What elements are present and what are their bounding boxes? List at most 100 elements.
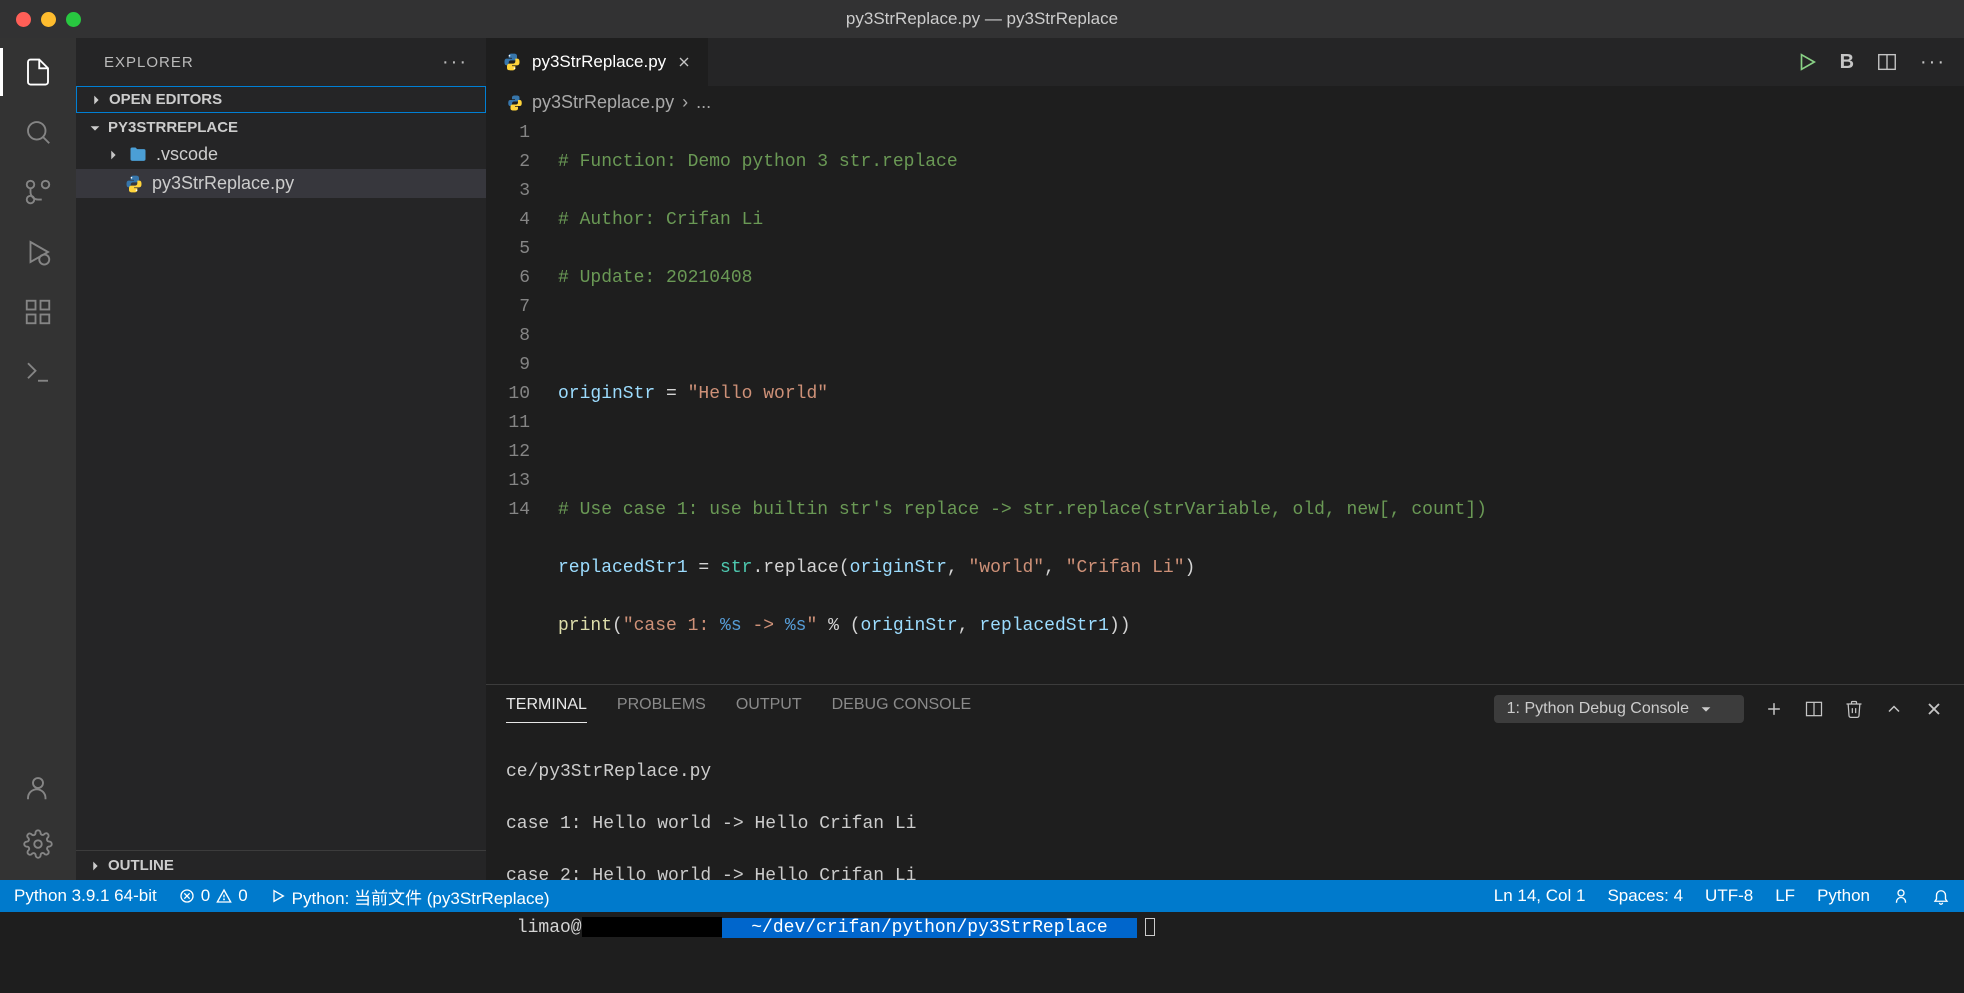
status-debug-config[interactable]: Python: 当前文件 (py3StrReplace) (270, 884, 550, 909)
code-token: replacedStr1 (979, 616, 1109, 636)
outline-section[interactable]: OUTLINE (76, 850, 486, 880)
code-token: .replace( (752, 558, 849, 578)
status-lang[interactable]: Python (1817, 886, 1870, 906)
extensions-icon[interactable] (22, 296, 54, 328)
code-token: % ( (817, 616, 860, 636)
chevron-down-icon (1699, 702, 1713, 716)
folder-label: .vscode (156, 144, 218, 165)
code-token: "world" (968, 558, 1044, 578)
minimize-window-button[interactable] (41, 12, 56, 27)
line-number: 4 (486, 206, 530, 235)
close-window-button[interactable] (16, 12, 31, 27)
close-panel-icon[interactable] (1924, 699, 1944, 719)
gear-icon[interactable] (22, 828, 54, 860)
tab-output[interactable]: OUTPUT (736, 696, 802, 722)
search-icon[interactable] (22, 116, 54, 148)
debug-icon (270, 888, 286, 904)
folder-icon (128, 145, 148, 165)
terminal-line: ce/py3StrReplace.py (506, 759, 1944, 785)
code-token: print (558, 616, 612, 636)
trash-icon[interactable] (1844, 699, 1864, 719)
activity-bar (0, 38, 76, 880)
status-spaces[interactable]: Spaces: 4 (1607, 886, 1683, 906)
file-py3strreplace[interactable]: py3StrReplace.py (76, 169, 486, 198)
close-icon[interactable] (676, 54, 692, 70)
line-number: 7 (486, 293, 530, 322)
remote-icon[interactable] (22, 356, 54, 388)
explorer-icon[interactable] (22, 56, 54, 88)
tabs-row: py3StrReplace.py B ··· (486, 38, 1964, 86)
main-area: EXPLORER ··· OPEN EDITORS PY3STRREPLACE … (0, 38, 1964, 880)
panel-tabs: TERMINAL PROBLEMS OUTPUT DEBUG CONSOLE 1… (486, 685, 1964, 723)
code-token: " (806, 616, 817, 636)
new-terminal-icon[interactable] (1764, 699, 1784, 719)
bell-icon[interactable] (1932, 887, 1950, 905)
file-tree: .vscode py3StrReplace.py (76, 140, 486, 850)
code-token: originStr (558, 384, 655, 404)
split-terminal-icon[interactable] (1804, 699, 1824, 719)
terminal-selector[interactable]: 1: Python Debug Console (1494, 695, 1744, 723)
status-problems[interactable]: 0 0 (179, 886, 248, 906)
source-control-icon[interactable] (22, 176, 54, 208)
line-number: 1 (486, 119, 530, 148)
tab-problems[interactable]: PROBLEMS (617, 696, 706, 722)
folder-vscode[interactable]: .vscode (76, 140, 486, 169)
line-number: 10 (486, 380, 530, 409)
code-token: , (1044, 558, 1066, 578)
more-icon[interactable]: ··· (442, 51, 468, 74)
status-warnings-count: 0 (238, 886, 247, 906)
terminal-body[interactable]: ce/py3StrReplace.py case 1: Hello world … (486, 723, 1964, 993)
run-icon[interactable] (1796, 51, 1818, 73)
status-ln-col[interactable]: Ln 14, Col 1 (1494, 886, 1586, 906)
line-number: 8 (486, 322, 530, 351)
code-token: ( (612, 616, 623, 636)
chevron-down-icon (88, 121, 102, 135)
python-file-icon (506, 94, 524, 112)
line-number: 11 (486, 409, 530, 438)
status-python[interactable]: Python 3.9.1 64-bit (14, 886, 157, 906)
feedback-icon[interactable] (1892, 887, 1910, 905)
maximize-panel-icon[interactable] (1884, 699, 1904, 719)
code-token: )) (1109, 616, 1131, 636)
code-token: , (947, 558, 969, 578)
tabs-actions: B ··· (1796, 38, 1964, 86)
open-editors-label: OPEN EDITORS (109, 91, 222, 108)
more-icon[interactable]: ··· (1920, 51, 1946, 74)
run-debug-icon[interactable] (22, 236, 54, 268)
line-number: 2 (486, 148, 530, 177)
split-editor-icon[interactable] (1876, 51, 1898, 73)
chevron-right-icon (89, 93, 103, 107)
code-lines[interactable]: # Function: Demo python 3 str.replace # … (558, 119, 1964, 684)
code-token: "case 1: (623, 616, 720, 636)
project-name: PY3STRREPLACE (108, 119, 238, 136)
tab-py3strreplace[interactable]: py3StrReplace.py (486, 38, 709, 86)
terminal-selector-label: 1: Python Debug Console (1507, 700, 1689, 718)
python-file-icon (502, 52, 522, 72)
terminal-user: limao@ (506, 918, 582, 938)
tab-debug-console[interactable]: DEBUG CONSOLE (832, 696, 972, 722)
code-token: str (720, 558, 752, 578)
bold-action[interactable]: B (1840, 51, 1854, 74)
project-section[interactable]: PY3STRREPLACE (76, 115, 486, 140)
terminal-cursor (1145, 918, 1155, 936)
line-number: 5 (486, 235, 530, 264)
code-area[interactable]: 1 2 3 4 5 6 7 8 9 10 11 12 13 14 # Funct… (486, 119, 1964, 684)
line-number: 6 (486, 264, 530, 293)
account-icon[interactable] (22, 772, 54, 804)
code-token: ) (1185, 558, 1196, 578)
status-encoding[interactable]: UTF-8 (1705, 886, 1753, 906)
terminal-path: ~/dev/crifan/python/py3StrReplace (736, 918, 1122, 938)
code-token: # Function: Demo python 3 str.replace (558, 152, 958, 172)
code-token: %s (720, 616, 742, 636)
editor-area: py3StrReplace.py B ··· py3StrReplace.py … (486, 38, 1964, 880)
maximize-window-button[interactable] (66, 12, 81, 27)
tab-terminal[interactable]: TERMINAL (506, 696, 587, 723)
code-token: # Author: Crifan Li (558, 210, 763, 230)
explorer-header: EXPLORER ··· (76, 38, 486, 86)
status-eol[interactable]: LF (1775, 886, 1795, 906)
breadcrumb-dots: ... (696, 92, 711, 113)
breadcrumb[interactable]: py3StrReplace.py › ... (486, 86, 1964, 119)
breadcrumb-file: py3StrReplace.py (532, 92, 674, 113)
code-token: originStr (861, 616, 958, 636)
open-editors-section[interactable]: OPEN EDITORS (76, 86, 486, 113)
